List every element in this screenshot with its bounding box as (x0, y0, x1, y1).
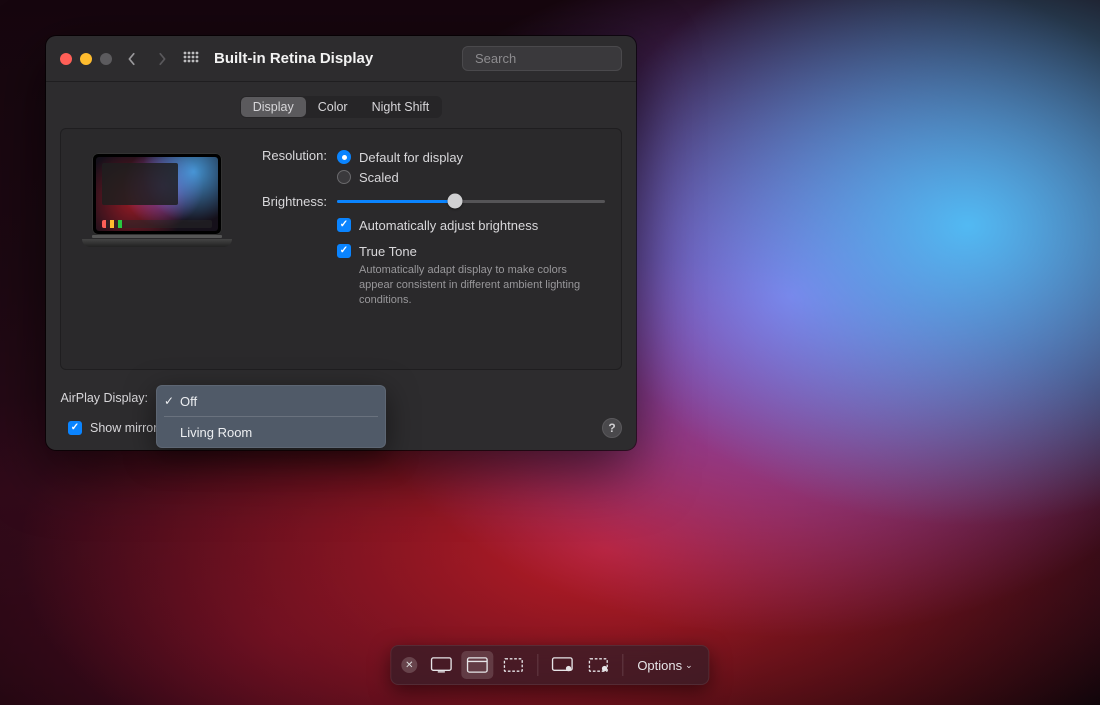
airplay-option-living-room[interactable]: Living Room (156, 420, 386, 444)
search-input[interactable] (475, 51, 651, 66)
window-minimize-button[interactable] (80, 53, 92, 65)
tab-display[interactable]: Display (241, 97, 306, 117)
resolution-default-radio[interactable] (337, 150, 351, 164)
window-close-button[interactable] (60, 53, 72, 65)
show-mirroring-label: Show mirrori (90, 421, 160, 435)
capture-entire-screen-button[interactable] (425, 651, 457, 679)
resolution-scaled-label: Scaled (359, 170, 399, 185)
brightness-slider[interactable] (337, 193, 605, 209)
brightness-label: Brightness: (255, 193, 337, 209)
record-selected-portion-button[interactable] (582, 651, 614, 679)
search-field[interactable] (462, 46, 622, 71)
capture-selected-portion-button[interactable] (497, 651, 529, 679)
auto-brightness-label: Automatically adjust brightness (359, 218, 538, 233)
auto-brightness-checkbox[interactable] (337, 218, 351, 232)
record-entire-screen-button[interactable] (546, 651, 578, 679)
toolbar-options-menu[interactable]: Options ⌄ (631, 658, 698, 673)
resolution-label: Resolution: (255, 147, 337, 163)
airplay-label: AirPlay Display: (60, 391, 148, 405)
toolbar-close-button[interactable]: ✕ (401, 657, 417, 673)
show-mirroring-checkbox[interactable] (68, 421, 82, 435)
screenshot-toolbar: ✕ Options ⌄ (390, 645, 709, 685)
window-title: Built-in Retina Display (214, 50, 373, 67)
toolbar-options-label: Options (637, 658, 682, 673)
window-traffic-lights (60, 53, 112, 65)
true-tone-checkbox[interactable] (337, 244, 351, 258)
tab-color[interactable]: Color (306, 97, 360, 117)
airplay-option-off[interactable]: Off (156, 389, 386, 413)
true-tone-label: True Tone (359, 244, 417, 259)
window-zoom-button (100, 53, 112, 65)
window-titlebar: Built-in Retina Display (46, 36, 636, 82)
resolution-scaled-radio[interactable] (337, 170, 351, 184)
laptop-icon (82, 153, 232, 247)
display-settings-panel: Resolution: Default for display Scaled B (60, 128, 622, 370)
show-all-icon[interactable] (182, 50, 200, 68)
tab-bar: Display Color Night Shift (240, 96, 443, 118)
display-preview (77, 147, 237, 355)
help-button[interactable]: ? (602, 418, 622, 438)
airplay-dropdown: Off Living Room (156, 385, 386, 448)
tab-night-shift[interactable]: Night Shift (360, 97, 442, 117)
true-tone-help-text: Automatically adapt display to make colo… (337, 263, 587, 308)
displays-preferences-window: Built-in Retina Display Display Color Ni… (46, 36, 636, 450)
nav-back-button[interactable] (122, 47, 142, 71)
chevron-down-icon: ⌄ (685, 660, 693, 671)
resolution-default-label: Default for display (359, 150, 463, 165)
capture-selected-window-button[interactable] (461, 651, 493, 679)
nav-forward-button (152, 47, 172, 71)
